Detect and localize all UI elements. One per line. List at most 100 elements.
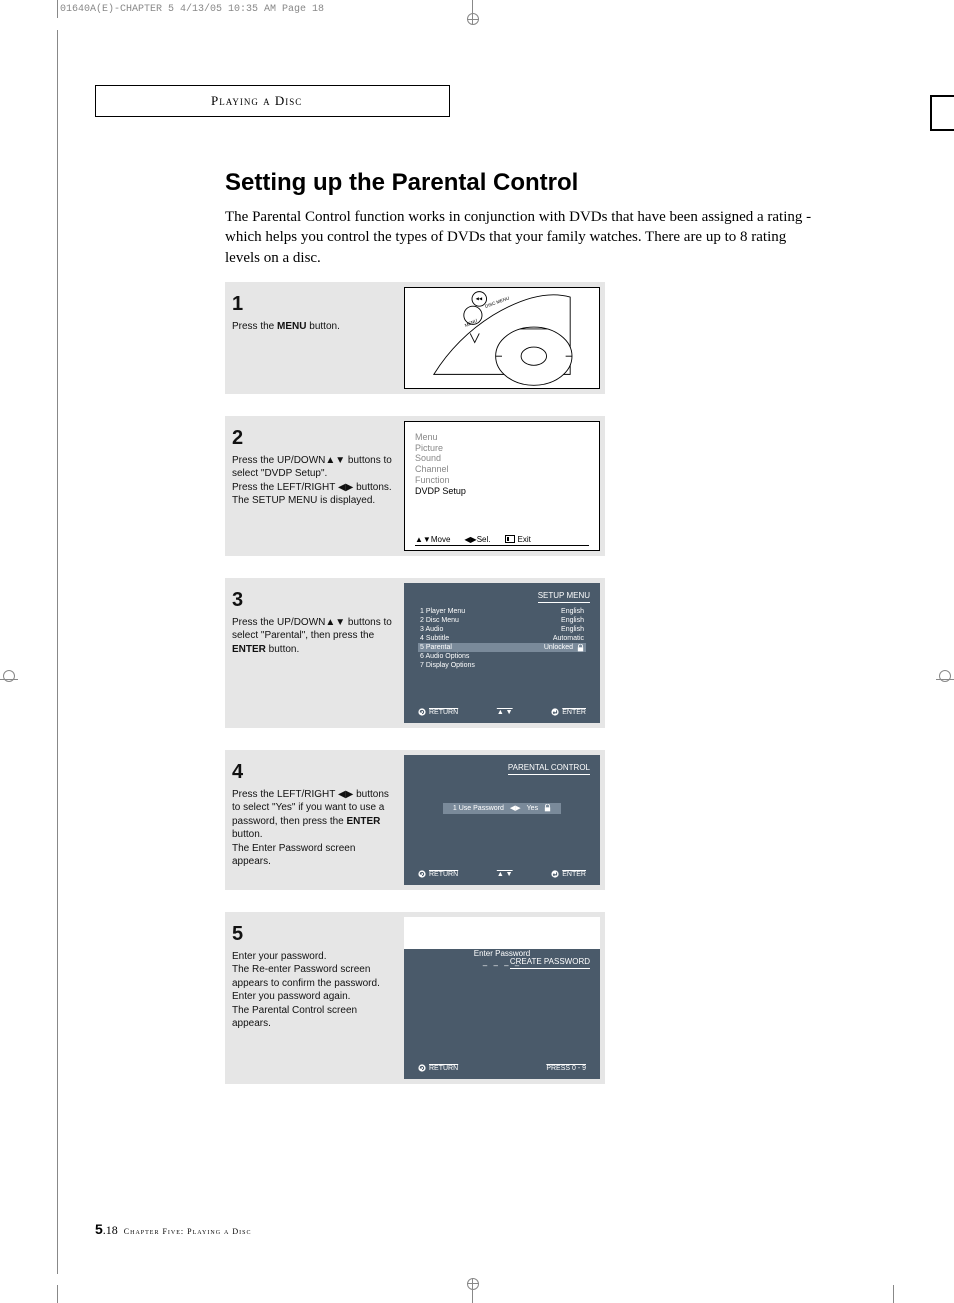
step-5-line3: Enter you password again. bbox=[232, 990, 394, 1004]
step-4-line2: The Enter Password screen appears. bbox=[232, 842, 394, 869]
crop-mark bbox=[893, 1285, 894, 1303]
hint-move: ▲▼Move bbox=[415, 535, 450, 544]
content-area: Playing a Disc Setting up the Parental C… bbox=[95, 85, 865, 1106]
step-2-line2: Press the LEFT/RIGHT ◀▶ buttons. bbox=[232, 481, 394, 495]
tv-row: 4 SubtitleAutomatic bbox=[418, 634, 586, 643]
remote-rew-icon: ◂◂ bbox=[476, 295, 482, 302]
row-arrows: ◀▶ bbox=[510, 804, 521, 813]
tv-title: PARENTAL CONTROL bbox=[508, 763, 590, 775]
footer-press: PRESS 0 - 9 bbox=[546, 1064, 586, 1073]
tv-screen-parental: PARENTAL CONTROL 1 Use Password ◀▶ Yes bbox=[404, 755, 600, 885]
crop-mark bbox=[57, 1285, 58, 1303]
menu-item: Channel bbox=[415, 464, 589, 475]
file-header: 01640A(E)-CHAPTER 5 4/13/05 10:35 AM Pag… bbox=[60, 4, 324, 15]
step-5-text: 5 Enter your password. The Re-enter Pass… bbox=[230, 917, 396, 1079]
edge-tab bbox=[930, 95, 954, 131]
page: 01640A(E)-CHAPTER 5 4/13/05 10:35 AM Pag… bbox=[0, 0, 954, 1303]
tv-menu: 1 Player MenuEnglish 2 Disc MenuEnglish … bbox=[418, 607, 586, 671]
step-2-text: 2 Press the UP/DOWN▲▼ buttons to select … bbox=[230, 421, 396, 551]
step-3-text: 3 Press the UP/DOWN▲▼ buttons to select … bbox=[230, 583, 396, 723]
footer-page-major: 5 bbox=[95, 1221, 103, 1237]
tv-row-l: 3 Audio bbox=[420, 625, 443, 634]
step-3: 3 Press the UP/DOWN▲▼ buttons to select … bbox=[225, 578, 605, 728]
menu-item: Picture bbox=[415, 443, 589, 454]
crop-mark bbox=[57, 0, 58, 18]
step-2-line1: Press the UP/DOWN▲▼ buttons to select "D… bbox=[232, 454, 394, 481]
step-3-figure: SETUP MENU 1 Player MenuEnglish 2 Disc M… bbox=[404, 583, 600, 723]
menu-item: Sound bbox=[415, 453, 589, 464]
trim-line bbox=[57, 30, 58, 1274]
step-5-figure: CREATE PASSWORD Enter Password – – – – R… bbox=[404, 917, 600, 1079]
tv-row-highlighted: 5 Parental Unlocked bbox=[418, 643, 586, 652]
return-icon bbox=[418, 1064, 426, 1072]
tv-row-l: 6 Audio Options bbox=[420, 652, 469, 661]
step-3-line1c: button. bbox=[266, 644, 299, 655]
hint-sel: ◀▶Sel. bbox=[464, 535, 490, 544]
step-3-line1: Press the UP/DOWN▲▼ buttons to select "P… bbox=[232, 617, 392, 642]
step-1-text-b: MENU bbox=[277, 321, 306, 332]
step-1-figure: MENU DISC MENU ◂◂ bbox=[404, 287, 600, 389]
lock-icon bbox=[544, 804, 551, 812]
step-2-figure: Menu Picture Sound Channel Function DVDP… bbox=[404, 421, 600, 551]
tv-row: 3 AudioEnglish bbox=[418, 625, 586, 634]
step-number: 1 bbox=[232, 291, 394, 318]
step-3-line1b: ENTER bbox=[232, 644, 266, 655]
footer-chapter: Chapter Five: Playing a Disc bbox=[124, 1227, 252, 1236]
page-title: Setting up the Parental Control bbox=[225, 169, 865, 197]
enter-icon bbox=[551, 708, 559, 716]
hint-underline bbox=[415, 545, 589, 546]
menu-item: Menu bbox=[415, 432, 589, 443]
row-value: Yes bbox=[527, 804, 538, 813]
lock-icon bbox=[577, 644, 584, 652]
step-number: 5 bbox=[232, 921, 394, 948]
tv-row-l: 2 Disc Menu bbox=[420, 616, 459, 625]
tv-row-r: English bbox=[561, 616, 584, 625]
intro-paragraph: The Parental Control function works in c… bbox=[225, 207, 815, 268]
tv-row: 1 Player MenuEnglish bbox=[418, 607, 586, 616]
tv-row-r: Unlocked bbox=[544, 643, 573, 652]
print-mark-left bbox=[0, 670, 18, 688]
tv-screen-create-password: CREATE PASSWORD Enter Password – – – – R… bbox=[404, 949, 600, 1079]
tv-row-r: English bbox=[561, 607, 584, 616]
tv-row: 2 Disc Menu English bbox=[418, 616, 586, 625]
tv-title: CREATE PASSWORD bbox=[510, 957, 590, 969]
footer-arrows: ▲ ▼ bbox=[497, 870, 513, 879]
use-password-row: 1 Use Password ◀▶ Yes bbox=[443, 803, 561, 814]
hint-exit: Exit bbox=[518, 535, 531, 544]
remote-disc-menu-label: DISC MENU bbox=[484, 295, 510, 308]
tv-row: 7 Display Options bbox=[418, 661, 586, 670]
step-4-figure: PARENTAL CONTROL 1 Use Password ◀▶ Yes bbox=[404, 755, 600, 885]
footer-arrows: ▲ ▼ bbox=[497, 708, 513, 717]
osd-hint-bar: ▲▼Move ◀▶Sel. Exit bbox=[415, 535, 589, 544]
exit-icon bbox=[505, 535, 515, 543]
row-label: 1 Use Password bbox=[453, 804, 504, 813]
step-1-text: 1 Press the MENU button. bbox=[230, 287, 396, 389]
step-number: 3 bbox=[232, 587, 394, 614]
menu-item: Function bbox=[415, 475, 589, 486]
footer-return: RETURN bbox=[429, 870, 458, 879]
step-number: 4 bbox=[232, 759, 394, 786]
tv-footer: RETURN PRESS 0 - 9 bbox=[418, 1064, 586, 1073]
footer-return: RETURN bbox=[429, 1064, 458, 1073]
print-mark-top bbox=[472, 0, 485, 25]
section-tab: Playing a Disc bbox=[95, 85, 450, 117]
print-mark-bottom bbox=[472, 1278, 485, 1303]
step-2: 2 Press the UP/DOWN▲▼ buttons to select … bbox=[225, 416, 605, 556]
footer-page-minor: .18 bbox=[103, 1223, 118, 1237]
section-tab-label: Playing a Disc bbox=[211, 93, 302, 109]
step-1-text-a: Press the bbox=[232, 321, 277, 332]
step-4-line1b: ENTER bbox=[347, 816, 381, 827]
return-icon bbox=[418, 708, 426, 716]
step-4-text: 4 Press the LEFT/RIGHT ◀▶ buttons to sel… bbox=[230, 755, 396, 885]
step-5: 5 Enter your password. The Re-enter Pass… bbox=[225, 912, 605, 1084]
step-4-line1c: button. bbox=[232, 829, 263, 840]
step-2-line3: The SETUP MENU is displayed. bbox=[232, 494, 394, 508]
steps-container: 1 Press the MENU button. bbox=[225, 282, 865, 1084]
footer-return: RETURN bbox=[429, 708, 458, 717]
menu-item-active: DVDP Setup bbox=[415, 486, 589, 497]
step-5-line1: Enter your password. bbox=[232, 950, 394, 964]
footer-enter: ENTER bbox=[562, 870, 586, 879]
tv-screen-setup: SETUP MENU 1 Player MenuEnglish 2 Disc M… bbox=[404, 583, 600, 723]
footer-enter: ENTER bbox=[562, 708, 586, 717]
return-icon bbox=[418, 870, 426, 878]
